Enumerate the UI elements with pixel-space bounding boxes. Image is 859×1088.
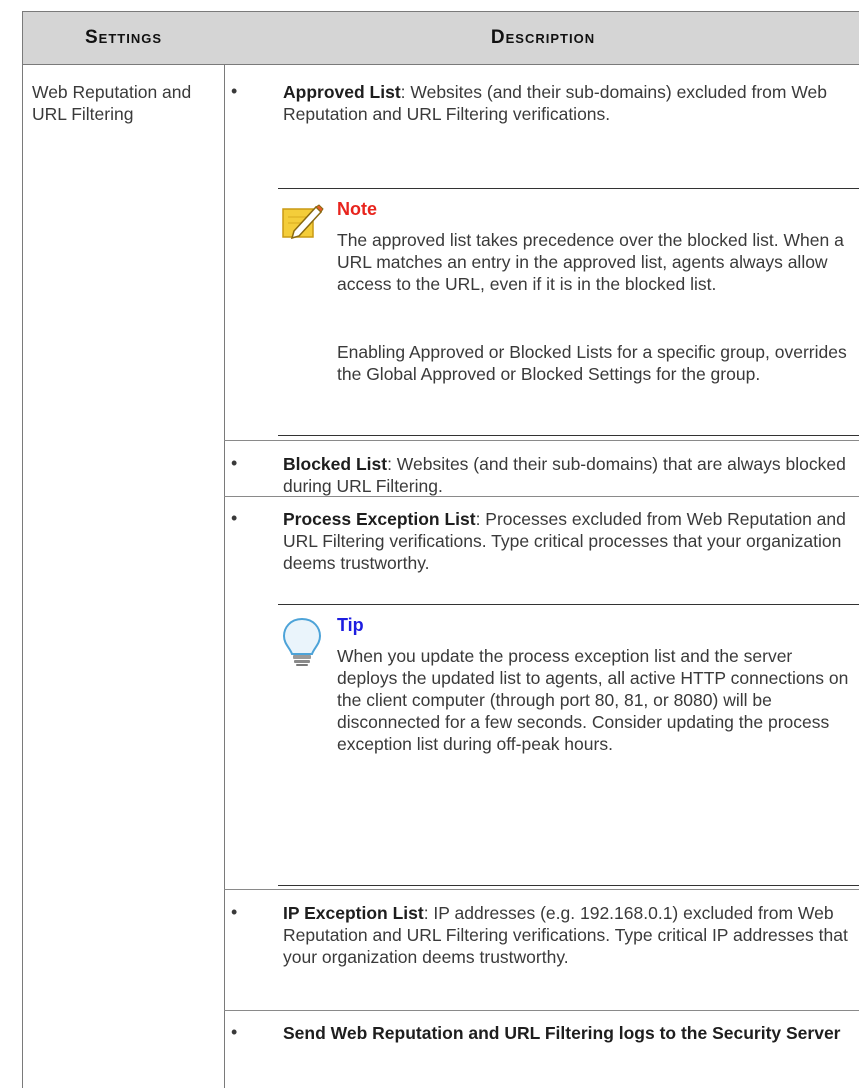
- item-term: Blocked List: [283, 454, 388, 474]
- header-settings: Settings: [84, 27, 162, 48]
- note-paragraph-1: The approved list takes precedence over …: [337, 230, 844, 294]
- bullet: •: [231, 453, 238, 473]
- item-text: Process Exception List: Processes exclud…: [283, 508, 851, 574]
- bullet: •: [231, 902, 238, 922]
- note-callout: Note The approved list takes precedence …: [278, 188, 859, 436]
- item-text: Send Web Reputation and URL Filtering lo…: [283, 1022, 851, 1044]
- tip-paragraph: When you update the process exception li…: [337, 646, 849, 754]
- list-item-process-exception: • Process Exception List: Processes excl…: [224, 496, 859, 596]
- item-text: Blocked List: Websites (and their sub-do…: [283, 453, 851, 497]
- list-item-ip-exception: • IP Exception List: IP addresses (e.g. …: [224, 889, 859, 1011]
- pencil-note-icon: [282, 204, 324, 240]
- note-paragraph-2: Enabling Approved or Blocked Lists for a…: [337, 342, 847, 384]
- bullet: •: [231, 508, 238, 528]
- list-item-blocked: • Blocked List: Websites (and their sub-…: [224, 440, 859, 497]
- bullet: •: [231, 81, 238, 101]
- lightbulb-icon: [282, 617, 322, 666]
- table-header: Settings Description: [23, 12, 859, 65]
- item-text: IP Exception List: IP addresses (e.g. 19…: [283, 902, 851, 968]
- item-term: IP Exception List: [283, 903, 424, 923]
- list-item-send-logs: • Send Web Reputation and URL Filtering …: [224, 1010, 859, 1088]
- row-label: Web Reputation and URL Filtering: [32, 82, 192, 124]
- note-title: Note: [337, 199, 377, 219]
- tip-title: Tip: [337, 615, 364, 635]
- bullet: •: [231, 1022, 238, 1042]
- item-term: Approved List: [283, 82, 401, 102]
- item-term: Process Exception List: [283, 509, 476, 529]
- tip-callout: Tip When you update the process exceptio…: [278, 604, 859, 886]
- item-text: Approved List: Websites (and their sub-d…: [283, 81, 851, 125]
- list-item-approved: • Approved List: Websites (and their sub…: [224, 65, 859, 183]
- settings-table: Settings Description Web Reputation and …: [22, 11, 859, 1088]
- item-term: Send Web Reputation and URL Filtering lo…: [283, 1023, 841, 1043]
- header-description: Description: [490, 27, 596, 48]
